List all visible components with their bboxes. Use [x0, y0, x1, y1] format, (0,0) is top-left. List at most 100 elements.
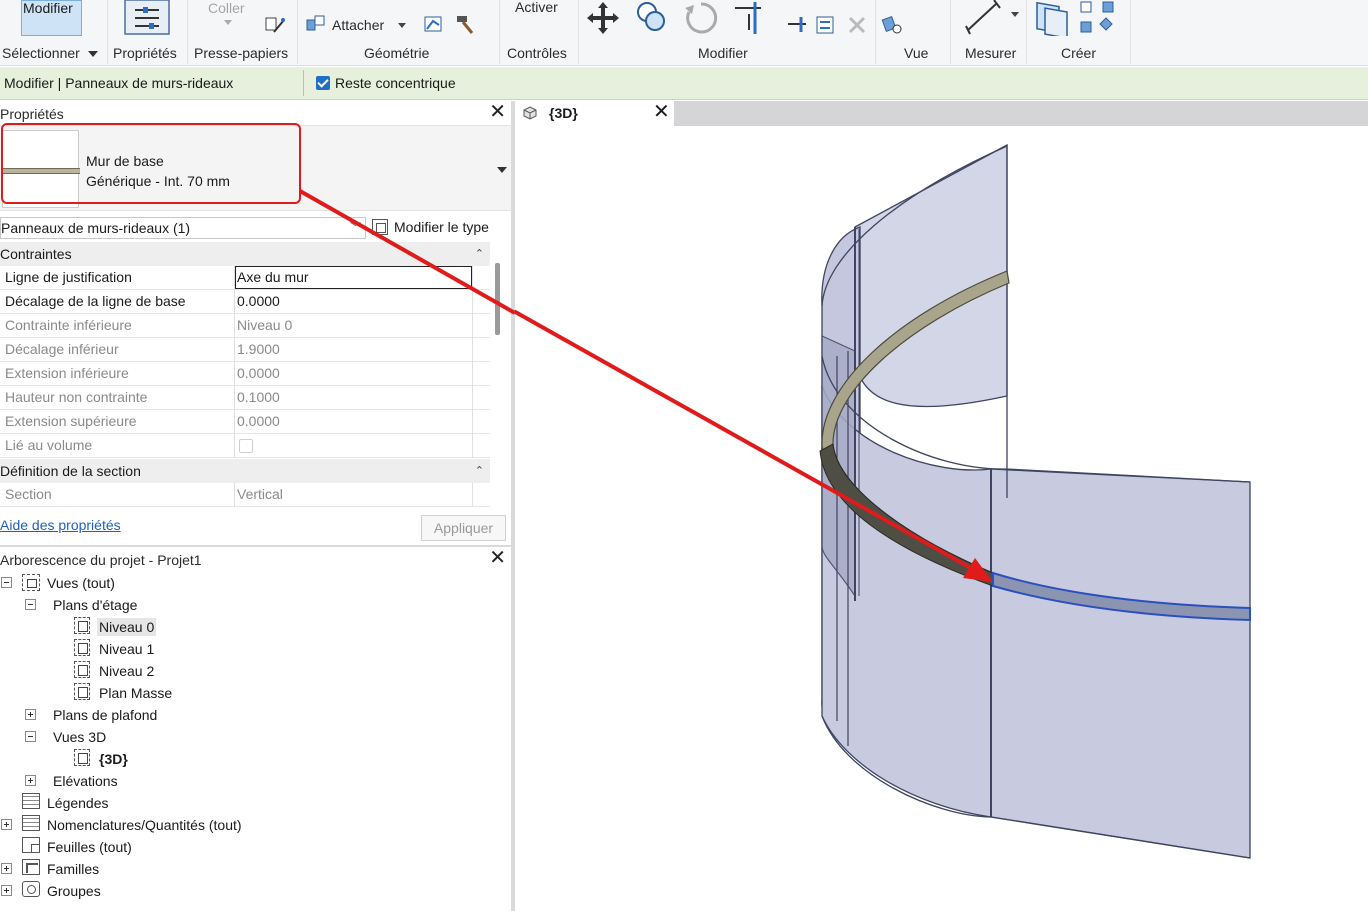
project-browser: Arborescence du projet - Projet1 ✕ Vues …	[0, 547, 511, 911]
section-header-constraints[interactable]: Contraintes ⌃	[0, 242, 490, 266]
collapse-toggle[interactable]	[25, 731, 36, 742]
split-icon[interactable]	[786, 14, 808, 39]
property-value: 0.1000	[237, 389, 280, 405]
collapse-toggle[interactable]	[25, 599, 36, 610]
property-row: Section Vertical	[0, 483, 490, 507]
tree-schedules[interactable]: Nomenclatures/Quantités (tout)	[47, 816, 242, 834]
floor-plan-icon	[74, 661, 90, 678]
3d-view-window: {3D} ✕	[515, 101, 1368, 911]
attach-button[interactable]: Attacher	[332, 17, 384, 33]
match-properties-icon[interactable]	[264, 14, 286, 39]
property-value: 0.0000	[237, 413, 280, 429]
collapse-toggle[interactable]	[1, 577, 12, 588]
property-label: Hauteur non contrainte	[5, 389, 148, 405]
group-measure-label: Mesurer	[965, 45, 1017, 61]
align-icon[interactable]	[815, 14, 837, 39]
group-view-label: Vue	[904, 45, 929, 61]
hammer-icon[interactable]	[454, 13, 476, 38]
expand-toggle[interactable]	[1, 885, 12, 896]
measure-icon[interactable]	[962, 0, 1014, 39]
tree-groups[interactable]: Groupes	[47, 882, 101, 900]
concentric-checkbox[interactable]	[316, 76, 330, 90]
move-icon[interactable]	[584, 0, 622, 39]
property-label: Décalage inférieur	[5, 341, 119, 357]
rotate-icon[interactable]	[683, 0, 719, 39]
attach-dropdown-icon[interactable]	[398, 23, 406, 28]
3d-viewport[interactable]	[515, 126, 1368, 911]
collapse-icon[interactable]: ⌃	[475, 459, 484, 483]
wall-edit-icon[interactable]	[423, 13, 445, 38]
expand-toggle[interactable]	[1, 863, 12, 874]
close-icon[interactable]: ✕	[489, 102, 506, 122]
property-row: Décalage inférieur 1.9000	[0, 338, 490, 362]
instance-filter-value: Panneaux de murs-rideaux (1)	[1, 220, 191, 236]
instance-filter-select[interactable]: Panneaux de murs-rideaux (1) ﹀	[0, 217, 366, 239]
paste-button[interactable]: Coller	[208, 0, 245, 16]
copy-icon[interactable]	[634, 0, 670, 39]
expand-toggle[interactable]	[25, 709, 36, 720]
property-value: Vertical	[237, 486, 283, 502]
apply-button[interactable]: Appliquer	[421, 515, 506, 541]
property-row: Extension supérieure 0.0000	[0, 410, 490, 434]
chevron-down-icon	[87, 51, 98, 58]
curtain-wall-front-panel	[821, 385, 1251, 859]
join-icon[interactable]	[305, 14, 327, 39]
properties-title: Propriétés	[0, 106, 64, 122]
tree-3d-default[interactable]: {3D}	[99, 750, 128, 768]
section-header-section-definition[interactable]: Définition de la section ⌃	[0, 459, 490, 483]
create-similar-icon[interactable]	[1033, 0, 1073, 39]
collapse-icon[interactable]: ⌃	[475, 242, 484, 266]
chevron-down-icon[interactable]	[497, 167, 507, 173]
edit-type-icon[interactable]	[372, 219, 388, 235]
tree-legends[interactable]: Légendes	[47, 794, 109, 812]
close-icon[interactable]: ✕	[653, 101, 670, 123]
instance-filter-row: Panneaux de murs-rideaux (1) ﹀ Modifier …	[0, 215, 511, 241]
close-icon[interactable]: ✕	[489, 548, 506, 568]
property-row[interactable]: Ligne de justification Axe du mur	[0, 266, 490, 290]
tree-site-plan[interactable]: Plan Masse	[99, 684, 172, 702]
annotation-highlight-box	[1, 123, 301, 204]
property-label: Lié au volume	[5, 437, 93, 453]
property-value[interactable]: 0.0000	[237, 290, 280, 313]
measure-dropdown-icon[interactable]	[1011, 12, 1019, 17]
tree-level-2[interactable]: Niveau 2	[99, 662, 154, 680]
expand-toggle[interactable]	[1, 819, 12, 830]
property-value: 1.9000	[237, 341, 280, 357]
properties-grid: Contraintes ⌃ Ligne de justification Axe…	[0, 242, 490, 508]
properties-scrollbar[interactable]	[495, 263, 500, 335]
properties-icon[interactable]	[123, 0, 171, 36]
tree-level-1[interactable]: Niveau 1	[99, 640, 154, 658]
tree-views-all[interactable]: Vues (tout)	[47, 574, 115, 592]
view-tab-3d[interactable]: {3D} ✕	[515, 101, 674, 126]
groups-icon	[22, 881, 40, 897]
tree-families[interactable]: Familles	[47, 860, 99, 878]
tree-elevations[interactable]: Elévations	[53, 772, 118, 790]
properties-help-link[interactable]: Aide des propriétés	[0, 517, 121, 533]
legend-icon	[22, 793, 40, 809]
concentric-checkbox-label[interactable]: Reste concentrique	[335, 75, 456, 91]
hide-element-icon[interactable]	[881, 14, 903, 39]
paste-dropdown-icon[interactable]	[224, 20, 232, 25]
expand-toggle[interactable]	[25, 775, 36, 786]
sheet-icon	[22, 837, 40, 853]
tree-3d-views[interactable]: Vues 3D	[53, 728, 106, 746]
edit-type-button[interactable]: Modifier le type	[394, 219, 489, 235]
group-select[interactable]: Sélectionner	[2, 45, 98, 61]
property-row: Hauteur non contrainte 0.1000	[0, 386, 490, 410]
trim-icon[interactable]	[731, 0, 767, 39]
chevron-down-icon: ﹀	[350, 222, 361, 234]
modify-tool-button[interactable]: Modifier	[21, 0, 82, 36]
property-value[interactable]: Axe du mur	[237, 266, 309, 289]
create-parts-icon[interactable]	[1079, 0, 1119, 39]
tree-level-0[interactable]: Niveau 0	[97, 618, 157, 636]
activate-button[interactable]: Activer	[515, 0, 558, 15]
property-label: Extension supérieure	[5, 413, 137, 429]
tree-sheets[interactable]: Feuilles (tout)	[47, 838, 132, 856]
group-create-label: Créer	[1061, 45, 1097, 61]
delete-icon[interactable]	[846, 14, 868, 39]
tree-ceiling-plans[interactable]: Plans de plafond	[53, 706, 157, 724]
floor-plan-icon	[74, 617, 90, 634]
property-row[interactable]: Décalage de la ligne de base 0.0000	[0, 290, 490, 314]
property-label: Extension inférieure	[5, 365, 129, 381]
tree-floor-plans[interactable]: Plans d'étage	[53, 596, 137, 614]
